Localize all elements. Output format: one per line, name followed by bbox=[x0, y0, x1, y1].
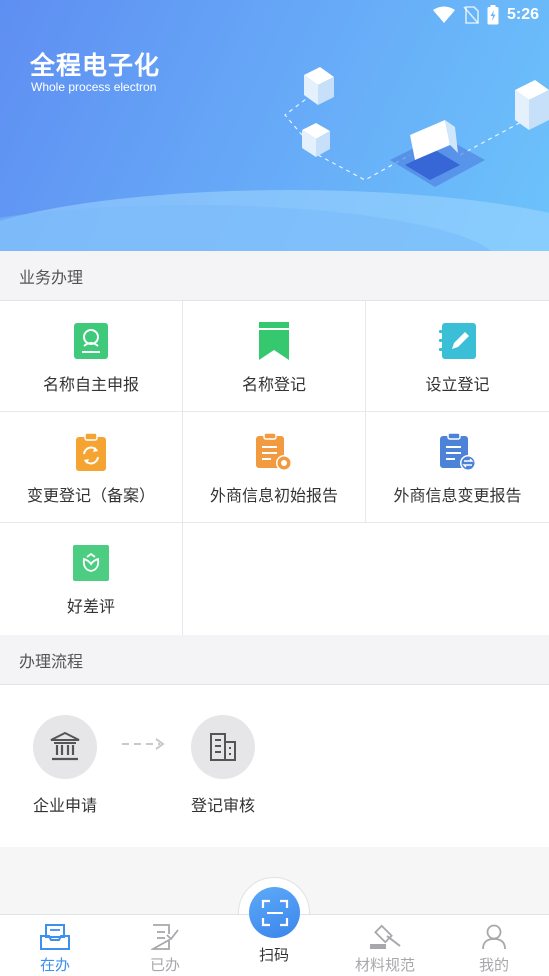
grid-item-label: 变更登记（备案） bbox=[26, 486, 155, 505]
section-header-process: 办理流程 bbox=[0, 635, 549, 685]
arrow-right-icon bbox=[122, 738, 165, 750]
status-bar: 5:26 bbox=[432, 4, 539, 26]
grid-item-name-declaration[interactable]: 名称自主申报 bbox=[0, 301, 183, 412]
header-banner: 5:26 全程电子化 Whole process electron bbox=[0, 0, 549, 251]
process-flow: 企业申请 登记审核 bbox=[0, 685, 549, 847]
process-step-label: 登记审核 bbox=[190, 796, 255, 815]
section-title: 业务办理 bbox=[19, 267, 84, 287]
gavel-icon bbox=[368, 923, 402, 951]
clock: 5:26 bbox=[506, 6, 539, 23]
tab-mine[interactable]: 我的 bbox=[439, 915, 549, 976]
done-doc-icon bbox=[151, 923, 179, 951]
tab-label: 已办 bbox=[149, 956, 180, 974]
tab-completed[interactable]: 已办 bbox=[110, 915, 220, 976]
tab-in-progress[interactable]: 在办 bbox=[0, 915, 110, 976]
tab-label: 材料规范 bbox=[354, 956, 415, 974]
refresh-clipboard-icon bbox=[71, 432, 111, 472]
grid-item-foreign-change-report[interactable]: 外商信息变更报告 bbox=[366, 412, 549, 523]
grid-item-rating[interactable]: 好差评 bbox=[0, 523, 183, 635]
no-sim-icon bbox=[463, 6, 479, 24]
grid-item-label: 名称自主申报 bbox=[42, 375, 139, 394]
bookmark-icon bbox=[254, 321, 294, 361]
building-icon bbox=[191, 715, 255, 779]
id-card-icon bbox=[71, 321, 111, 361]
grid-item-foreign-initial-report[interactable]: 外商信息初始报告 bbox=[183, 412, 366, 523]
grid-item-establish-registration[interactable]: 设立登记 bbox=[366, 301, 549, 412]
grid-item-name-registration[interactable]: 名称登记 bbox=[183, 301, 366, 412]
section-header-business: 业务办理 bbox=[0, 251, 549, 301]
grid-item-label: 外商信息变更报告 bbox=[393, 486, 522, 505]
tab-material-spec[interactable]: 材料规范 bbox=[330, 915, 440, 976]
section-title: 办理流程 bbox=[19, 651, 84, 671]
cubes-illustration-icon bbox=[284, 67, 549, 187]
battery-icon bbox=[487, 5, 499, 25]
grid-item-label: 好差评 bbox=[66, 597, 115, 616]
grid-item-label: 名称登记 bbox=[241, 375, 306, 394]
banner-title: 全程电子化 bbox=[30, 51, 161, 80]
process-step-label: 企业申请 bbox=[32, 796, 97, 815]
wifi-icon bbox=[432, 6, 455, 23]
user-icon bbox=[481, 923, 507, 951]
process-step-review: 登记审核 bbox=[182, 715, 264, 816]
bank-icon bbox=[33, 715, 97, 779]
grid-item-label: 外商信息初始报告 bbox=[209, 486, 338, 505]
banner-subtitle: Whole process electron bbox=[31, 80, 157, 94]
grid-item-change-registration[interactable]: 变更登记（备案） bbox=[0, 412, 183, 523]
business-grid: 名称自主申报 名称登记 设立登记 变更登记（备案） 外商信息初始报告 外商信息变… bbox=[0, 301, 549, 635]
tab-label: 在办 bbox=[39, 956, 70, 974]
process-step-apply: 企业申请 bbox=[24, 715, 106, 816]
scan-icon bbox=[261, 899, 288, 926]
report-change-icon bbox=[438, 432, 478, 472]
edit-notebook-icon bbox=[438, 321, 478, 361]
inbox-icon bbox=[40, 923, 70, 951]
report-initial-icon bbox=[254, 432, 294, 472]
grid-item-label: 设立登记 bbox=[425, 375, 490, 394]
tab-label: 我的 bbox=[478, 956, 509, 974]
scan-button[interactable] bbox=[249, 887, 300, 938]
flower-icon bbox=[71, 543, 111, 583]
tab-scan-label[interactable]: 扫码 bbox=[238, 944, 310, 965]
